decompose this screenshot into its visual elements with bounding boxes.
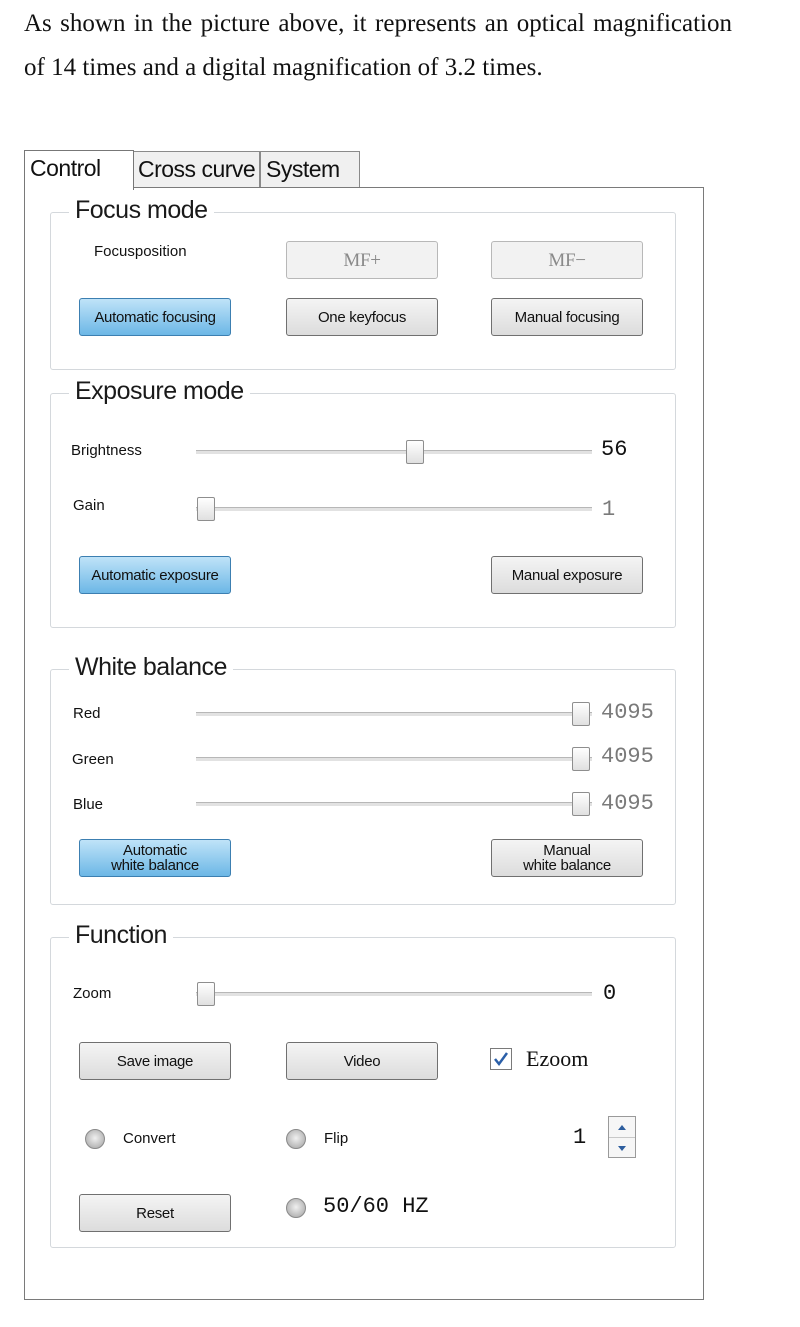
brightness-slider-track[interactable]: [196, 450, 592, 455]
automatic-white-balance-line1: Automatic: [123, 842, 187, 859]
video-button[interactable]: Video: [286, 1042, 438, 1080]
spin-value[interactable]: 1: [573, 1125, 586, 1150]
brightness-value: 56: [601, 437, 628, 462]
red-slider-thumb[interactable]: [572, 702, 590, 726]
tab-cross-curve[interactable]: Cross curve: [132, 151, 260, 187]
brightness-label: Brightness: [71, 442, 142, 459]
checkmark-icon: [494, 1052, 509, 1067]
arrow-up-icon: [618, 1124, 626, 1130]
automatic-white-balance-line2: white balance: [111, 857, 199, 874]
spin-down-button[interactable]: [609, 1138, 635, 1158]
gain-slider-thumb[interactable]: [197, 497, 215, 521]
function-title: Function: [69, 919, 173, 951]
blue-slider-thumb[interactable]: [572, 792, 590, 816]
one-key-focus-button[interactable]: One keyfocus: [286, 298, 438, 336]
manual-exposure-button[interactable]: Manual exposure: [491, 556, 643, 594]
tab-system[interactable]: System: [260, 151, 360, 187]
focus-position-label: Focusposition: [94, 243, 187, 260]
convert-radio[interactable]: [85, 1129, 105, 1149]
red-value: 4095: [601, 700, 654, 725]
blue-slider-track[interactable]: [196, 802, 592, 807]
spin-up-button[interactable]: [609, 1117, 635, 1138]
green-slider-track[interactable]: [196, 757, 592, 762]
reset-button[interactable]: Reset: [79, 1194, 231, 1232]
zoom-slider-track[interactable]: [196, 992, 592, 997]
blue-label: Blue: [73, 796, 104, 813]
automatic-exposure-button[interactable]: Automatic exposure: [79, 556, 231, 594]
green-value: 4095: [601, 744, 654, 769]
green-slider-thumb[interactable]: [572, 747, 590, 771]
zoom-slider-thumb[interactable]: [197, 982, 215, 1006]
green-label: Green: [72, 751, 114, 768]
blue-value: 4095: [601, 791, 654, 816]
ezoom-checkbox[interactable]: [490, 1048, 512, 1070]
ezoom-label: Ezoom: [526, 1046, 589, 1071]
manual-white-balance-line2: white balance: [523, 857, 611, 874]
automatic-focusing-button[interactable]: Automatic focusing: [79, 298, 231, 336]
manual-focusing-button[interactable]: Manual focusing: [491, 298, 643, 336]
zoom-label: Zoom: [73, 985, 112, 1002]
focus-mode-group: Focus mode: [50, 194, 676, 370]
mf-minus-button[interactable]: MF−: [491, 241, 643, 279]
flip-radio[interactable]: [286, 1129, 306, 1149]
arrow-down-icon: [618, 1145, 626, 1151]
brightness-slider-thumb[interactable]: [406, 440, 424, 464]
exposure-mode-title: Exposure mode: [69, 375, 250, 407]
gain-slider-track[interactable]: [196, 507, 592, 512]
manual-white-balance-button[interactable]: Manual white balance: [491, 839, 643, 877]
zoom-value: 0: [603, 981, 617, 1006]
hz-label: 50/60 HZ: [323, 1194, 429, 1219]
intro-paragraph: As shown in the picture above, it repres…: [24, 10, 732, 81]
save-image-button[interactable]: Save image: [79, 1042, 231, 1080]
tab-control[interactable]: Control: [24, 150, 134, 190]
manual-white-balance-line1: Manual: [543, 842, 591, 859]
automatic-white-balance-button[interactable]: Automatic white balance: [79, 839, 231, 877]
focus-mode-title: Focus mode: [69, 194, 214, 226]
spin-control[interactable]: [608, 1116, 636, 1158]
red-label: Red: [73, 705, 101, 722]
red-slider-track[interactable]: [196, 712, 592, 717]
flip-label: Flip: [324, 1130, 349, 1147]
gain-label: Gain: [73, 497, 105, 514]
hz-radio[interactable]: [286, 1198, 306, 1218]
convert-label: Convert: [123, 1130, 176, 1147]
gain-value: 1: [602, 497, 616, 522]
white-balance-title: White balance: [69, 651, 233, 683]
mf-plus-button[interactable]: MF+: [286, 241, 438, 279]
